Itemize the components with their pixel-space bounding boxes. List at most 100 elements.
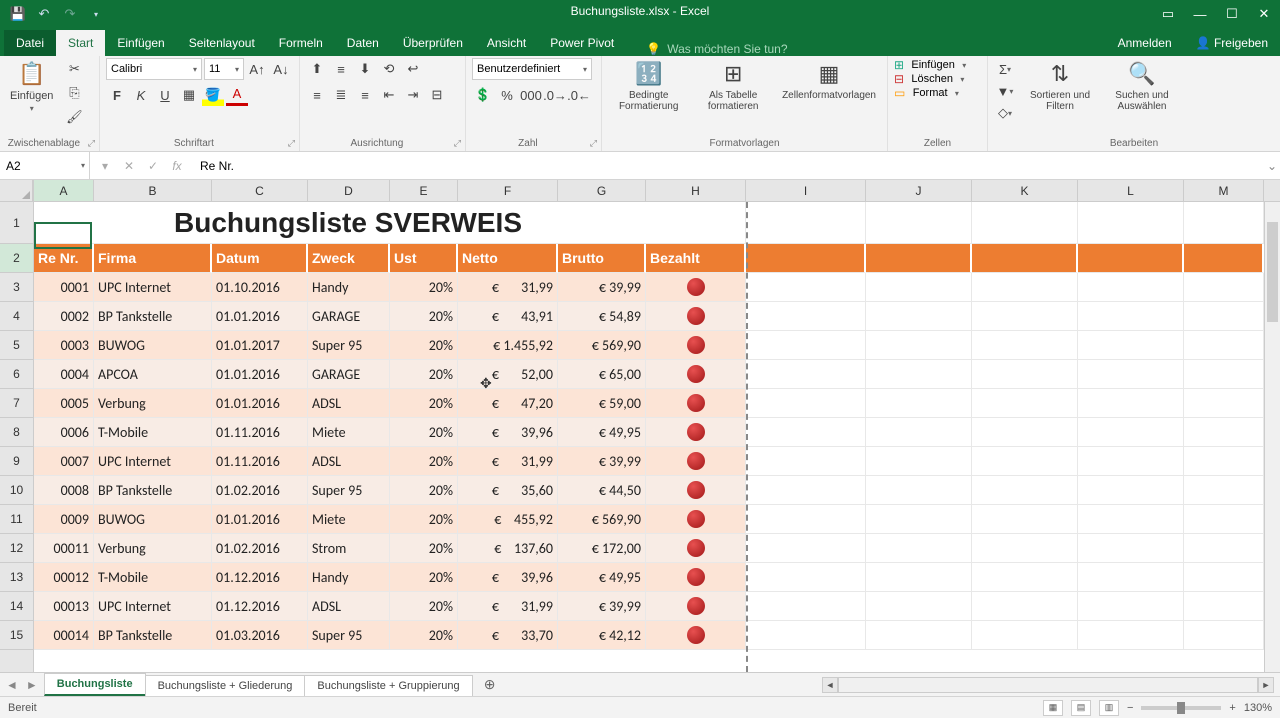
table-cell[interactable]: 01.01.2016: [212, 360, 308, 389]
cell[interactable]: [746, 331, 866, 360]
conditional-formatting-button[interactable]: 🔢 Bedingte Formatierung: [608, 58, 689, 114]
row-header-10[interactable]: 10: [0, 476, 33, 505]
cell[interactable]: [1078, 273, 1184, 302]
cell[interactable]: [746, 563, 866, 592]
decrease-indent-icon[interactable]: ⇤: [378, 84, 400, 106]
page-layout-view-icon[interactable]: ▤: [1071, 700, 1091, 716]
table-cell[interactable]: ADSL: [308, 592, 390, 621]
row-header-15[interactable]: 15: [0, 621, 33, 650]
cell[interactable]: [866, 534, 972, 563]
table-cell[interactable]: € 172,00: [558, 534, 646, 563]
table-cell[interactable]: Strom: [308, 534, 390, 563]
table-cell[interactable]: BUWOG: [94, 331, 212, 360]
cell[interactable]: [746, 244, 866, 273]
table-cell[interactable]: 01.01.2017: [212, 331, 308, 360]
format-as-table-button[interactable]: ⊞ Als Tabelle formatieren: [695, 58, 771, 114]
delete-cells-button[interactable]: ⊟ Löschen ▾: [894, 72, 966, 86]
table-cell[interactable]: € 52,00: [458, 360, 558, 389]
table-cell[interactable]: 20%: [390, 476, 458, 505]
table-cell[interactable]: 0004: [34, 360, 94, 389]
italic-button[interactable]: K: [130, 84, 152, 106]
table-cell[interactable]: € 54,89: [558, 302, 646, 331]
find-select-button[interactable]: 🔍 Suchen und Auswählen: [1104, 58, 1180, 114]
orientation-icon[interactable]: ⟲: [378, 58, 400, 80]
cell[interactable]: [1184, 476, 1264, 505]
align-bottom-icon[interactable]: ⬇: [354, 58, 376, 80]
formula-input[interactable]: Re Nr.: [192, 159, 1264, 173]
table-cell[interactable]: Handy: [308, 273, 390, 302]
table-cell[interactable]: BP Tankstelle: [94, 476, 212, 505]
table-cell[interactable]: 0005: [34, 389, 94, 418]
cell[interactable]: [972, 447, 1078, 476]
table-cell[interactable]: € 59,00: [558, 389, 646, 418]
table-cell[interactable]: 0007: [34, 447, 94, 476]
row-header-11[interactable]: 11: [0, 505, 33, 534]
sort-filter-button[interactable]: ⇅ Sortieren und Filtern: [1022, 58, 1098, 114]
table-cell[interactable]: 20%: [390, 273, 458, 302]
dialog-launcher-icon[interactable]: ⤢: [454, 138, 461, 149]
cell[interactable]: [1078, 621, 1184, 650]
next-sheet-icon[interactable]: ►: [26, 678, 38, 692]
autosum-icon[interactable]: Σ▾: [994, 58, 1016, 80]
table-cell[interactable]: 01.10.2016: [212, 273, 308, 302]
cell[interactable]: [866, 244, 972, 273]
align-center-icon[interactable]: ≣: [330, 84, 352, 106]
column-header-J[interactable]: J: [866, 180, 972, 201]
cut-icon[interactable]: ✂: [63, 58, 85, 80]
table-cell[interactable]: 00011: [34, 534, 94, 563]
cell[interactable]: [1078, 534, 1184, 563]
paid-status-cell[interactable]: [646, 476, 746, 505]
merge-icon[interactable]: ⊟: [426, 84, 448, 106]
table-cell[interactable]: T-Mobile: [94, 418, 212, 447]
expand-formula-bar-icon[interactable]: ⌄: [1264, 159, 1280, 173]
cell[interactable]: [866, 505, 972, 534]
paid-status-cell[interactable]: [646, 360, 746, 389]
table-cell[interactable]: 20%: [390, 621, 458, 650]
cell[interactable]: [1078, 563, 1184, 592]
table-cell[interactable]: 01.01.2016: [212, 505, 308, 534]
table-cell[interactable]: 0003: [34, 331, 94, 360]
table-cell[interactable]: € 49,95: [558, 418, 646, 447]
dialog-launcher-icon[interactable]: ⤢: [88, 138, 95, 149]
spreadsheet-grid[interactable]: 123456789101112131415 ABCDEFGHIJKLM Buch…: [0, 180, 1280, 672]
paid-status-cell[interactable]: [646, 331, 746, 360]
table-cell[interactable]: € 31,99: [458, 273, 558, 302]
cell[interactable]: [746, 202, 866, 244]
table-cell[interactable]: € 455,92: [458, 505, 558, 534]
cell[interactable]: [866, 302, 972, 331]
format-painter-icon[interactable]: 🖌: [63, 106, 85, 128]
row-header-1[interactable]: 1: [0, 202, 33, 244]
copy-icon[interactable]: ⎘: [63, 82, 85, 104]
cell[interactable]: [1078, 360, 1184, 389]
cell[interactable]: [1078, 505, 1184, 534]
cell[interactable]: [972, 505, 1078, 534]
cell[interactable]: [1184, 244, 1264, 273]
table-header[interactable]: Brutto: [558, 244, 646, 273]
table-cell[interactable]: € 137,60: [458, 534, 558, 563]
tab-data[interactable]: Daten: [335, 30, 391, 56]
dialog-launcher-icon[interactable]: ⤢: [288, 138, 295, 149]
row-header-8[interactable]: 8: [0, 418, 33, 447]
cell[interactable]: [746, 621, 866, 650]
select-all-corner[interactable]: [0, 180, 33, 202]
cancel-formula-icon[interactable]: ✕: [118, 159, 140, 173]
cell[interactable]: [1184, 389, 1264, 418]
fx-icon[interactable]: fx: [166, 159, 188, 173]
table-cell[interactable]: BP Tankstelle: [94, 621, 212, 650]
cell[interactable]: [746, 534, 866, 563]
redo-icon[interactable]: ↷: [58, 3, 82, 25]
font-name-select[interactable]: Calibri▾: [106, 58, 202, 80]
accept-formula-icon[interactable]: ✓: [142, 159, 164, 173]
cell[interactable]: [1078, 476, 1184, 505]
sheet-title[interactable]: Buchungsliste SVERWEIS: [34, 202, 746, 244]
table-cell[interactable]: Miete: [308, 505, 390, 534]
table-cell[interactable]: UPC Internet: [94, 592, 212, 621]
cell[interactable]: [746, 360, 866, 389]
cell[interactable]: [866, 389, 972, 418]
column-header-L[interactable]: L: [1078, 180, 1184, 201]
paid-status-cell[interactable]: [646, 447, 746, 476]
minimize-icon[interactable]: —: [1184, 0, 1216, 28]
table-cell[interactable]: GARAGE: [308, 302, 390, 331]
tab-file[interactable]: Datei: [4, 30, 56, 56]
table-cell[interactable]: Verbung: [94, 534, 212, 563]
